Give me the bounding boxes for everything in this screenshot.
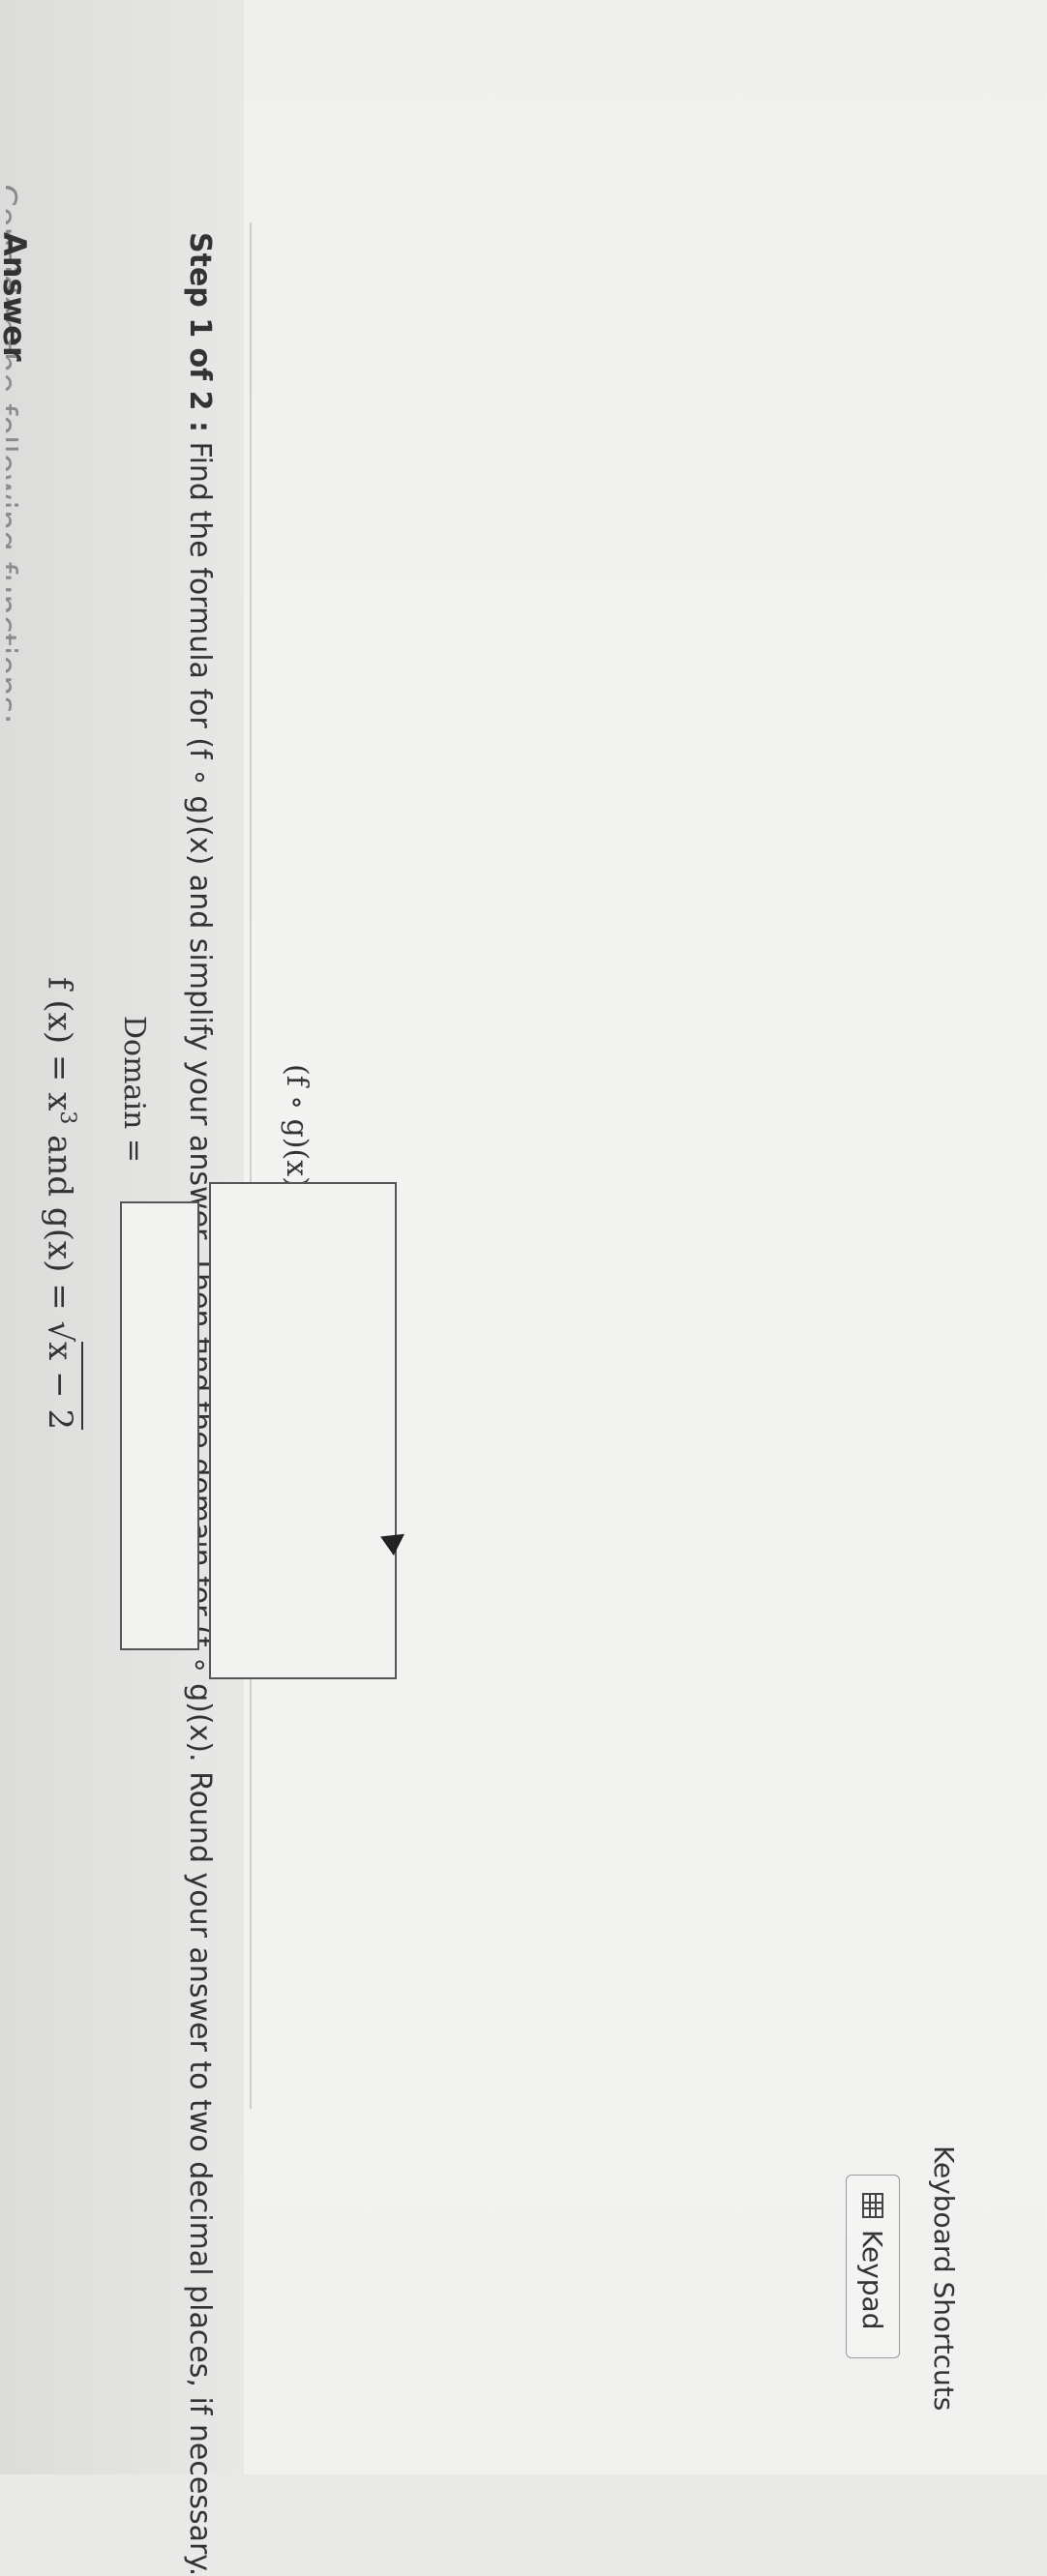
composition-input[interactable] [209,1182,397,1679]
formula-f: f (x) = x [40,977,79,1111]
screen-canvas: Consider the following functions: f (x) … [0,0,1047,2576]
keypad-label: Keypad [856,2230,889,2330]
formula-mid: and g(x) = [40,1124,79,1321]
keypad-icon [862,2193,883,2218]
domain-input[interactable] [120,1201,199,1650]
function-definitions: f (x) = x3 and g(x) = √x − 2 [40,977,83,1431]
formula-exponent: 3 [55,1110,79,1125]
sqrt-icon: √ [40,1320,79,1343]
answer-heading: Answer [0,232,33,362]
formula-radicand: x − 2 [40,1342,83,1431]
keypad-button[interactable]: Keypad [846,2175,900,2358]
step-label: Step 1 of 2 : [183,232,217,432]
domain-label: Domain = [117,1016,151,1164]
section-divider [250,222,252,2109]
keyboard-shortcuts-link[interactable]: Keyboard Shortcuts [928,2146,960,2411]
